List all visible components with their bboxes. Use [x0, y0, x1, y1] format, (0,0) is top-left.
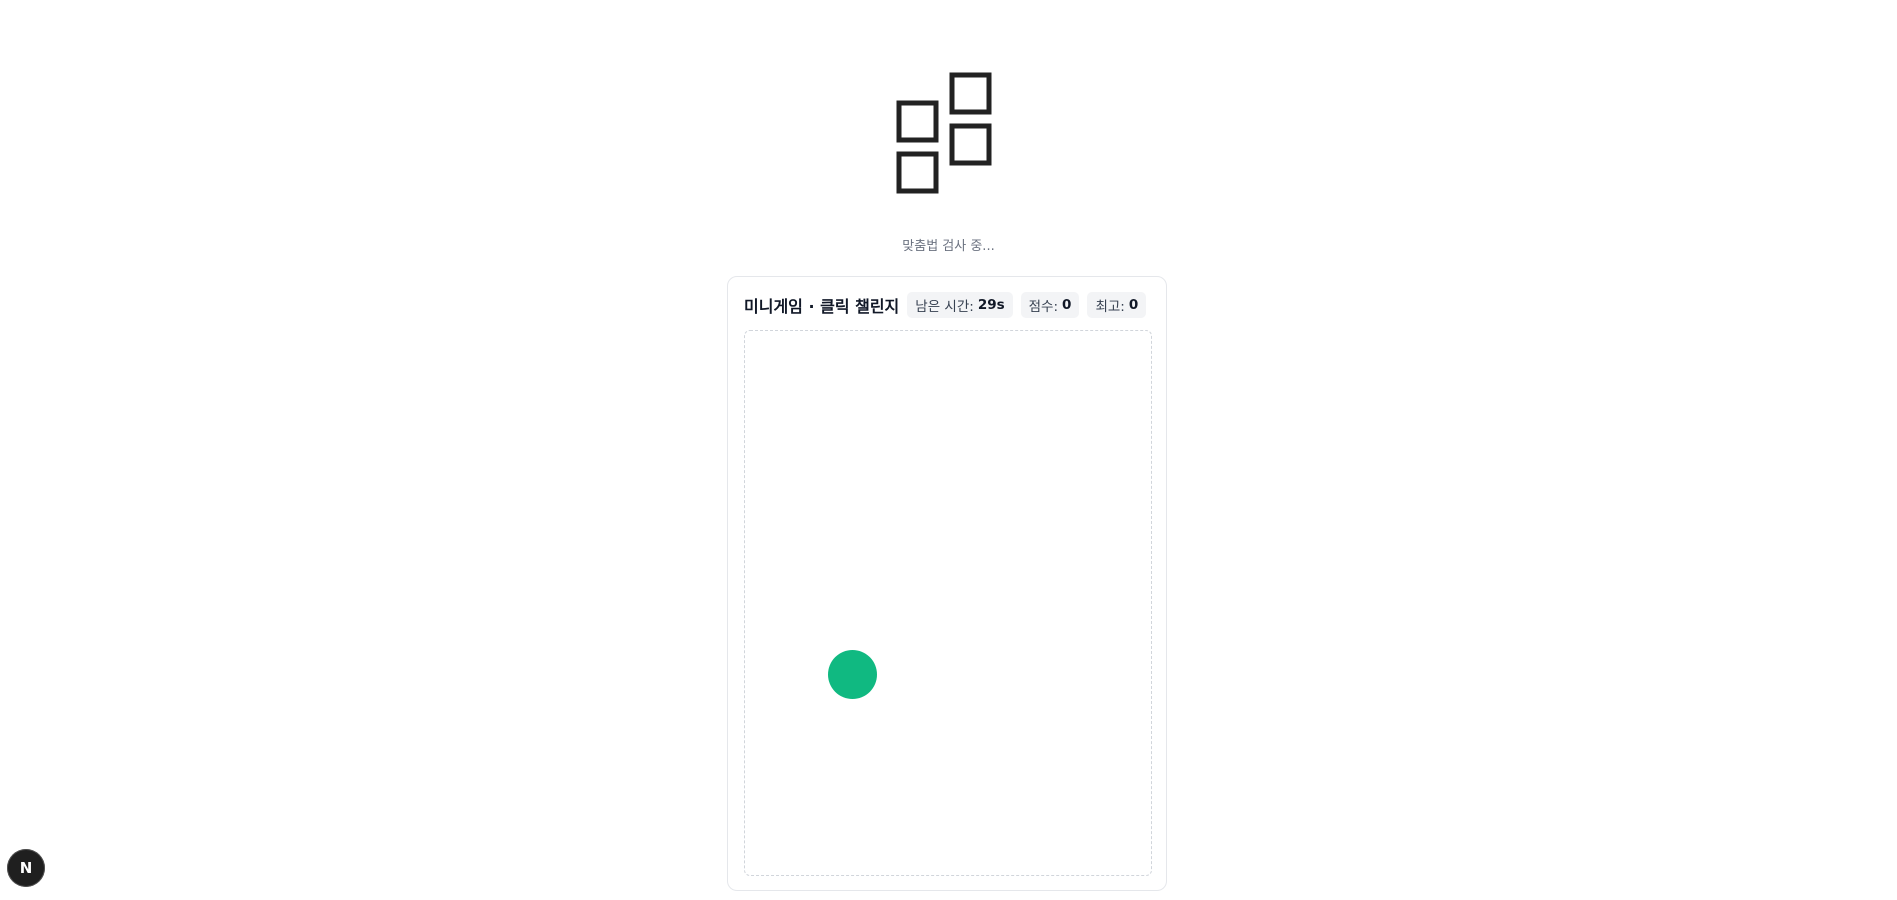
best-score-badge: 최고: 0: [1087, 292, 1147, 318]
minigame-title: 미니게임 · 클릭 챌린지: [744, 297, 900, 316]
minigame-header: 미니게임 · 클릭 챌린지 남은 시간: 29s 점수: 0 최고: 0: [744, 292, 1150, 318]
page: 맞춤법 검사 중... 미니게임 · 클릭 챌린지 남은 시간: 29s 점수:…: [0, 0, 1897, 900]
minigame-card: 미니게임 · 클릭 챌린지 남은 시간: 29s 점수: 0 최고: 0: [727, 276, 1167, 891]
best-score-value: 0: [1128, 297, 1139, 313]
click-target-circle[interactable]: [828, 650, 877, 699]
nextjs-logo-icon[interactable]: N: [7, 849, 45, 887]
time-remaining-value: 29s: [977, 297, 1005, 313]
time-remaining-badge: 남은 시간: 29s: [907, 292, 1013, 318]
stacked-squares-loader-icon: [895, 70, 1005, 200]
spellcheck-status-text: 맞춤법 검사 중...: [902, 239, 995, 254]
score-value: 0: [1062, 297, 1072, 313]
dev-badge-letter: N: [19, 859, 33, 877]
game-play-area[interactable]: [744, 330, 1152, 876]
best-score-label: 최고:: [1095, 299, 1125, 315]
time-remaining-label: 남은 시간:: [915, 299, 974, 315]
score-badge: 점수: 0: [1020, 292, 1080, 318]
score-label: 점수:: [1028, 299, 1059, 315]
